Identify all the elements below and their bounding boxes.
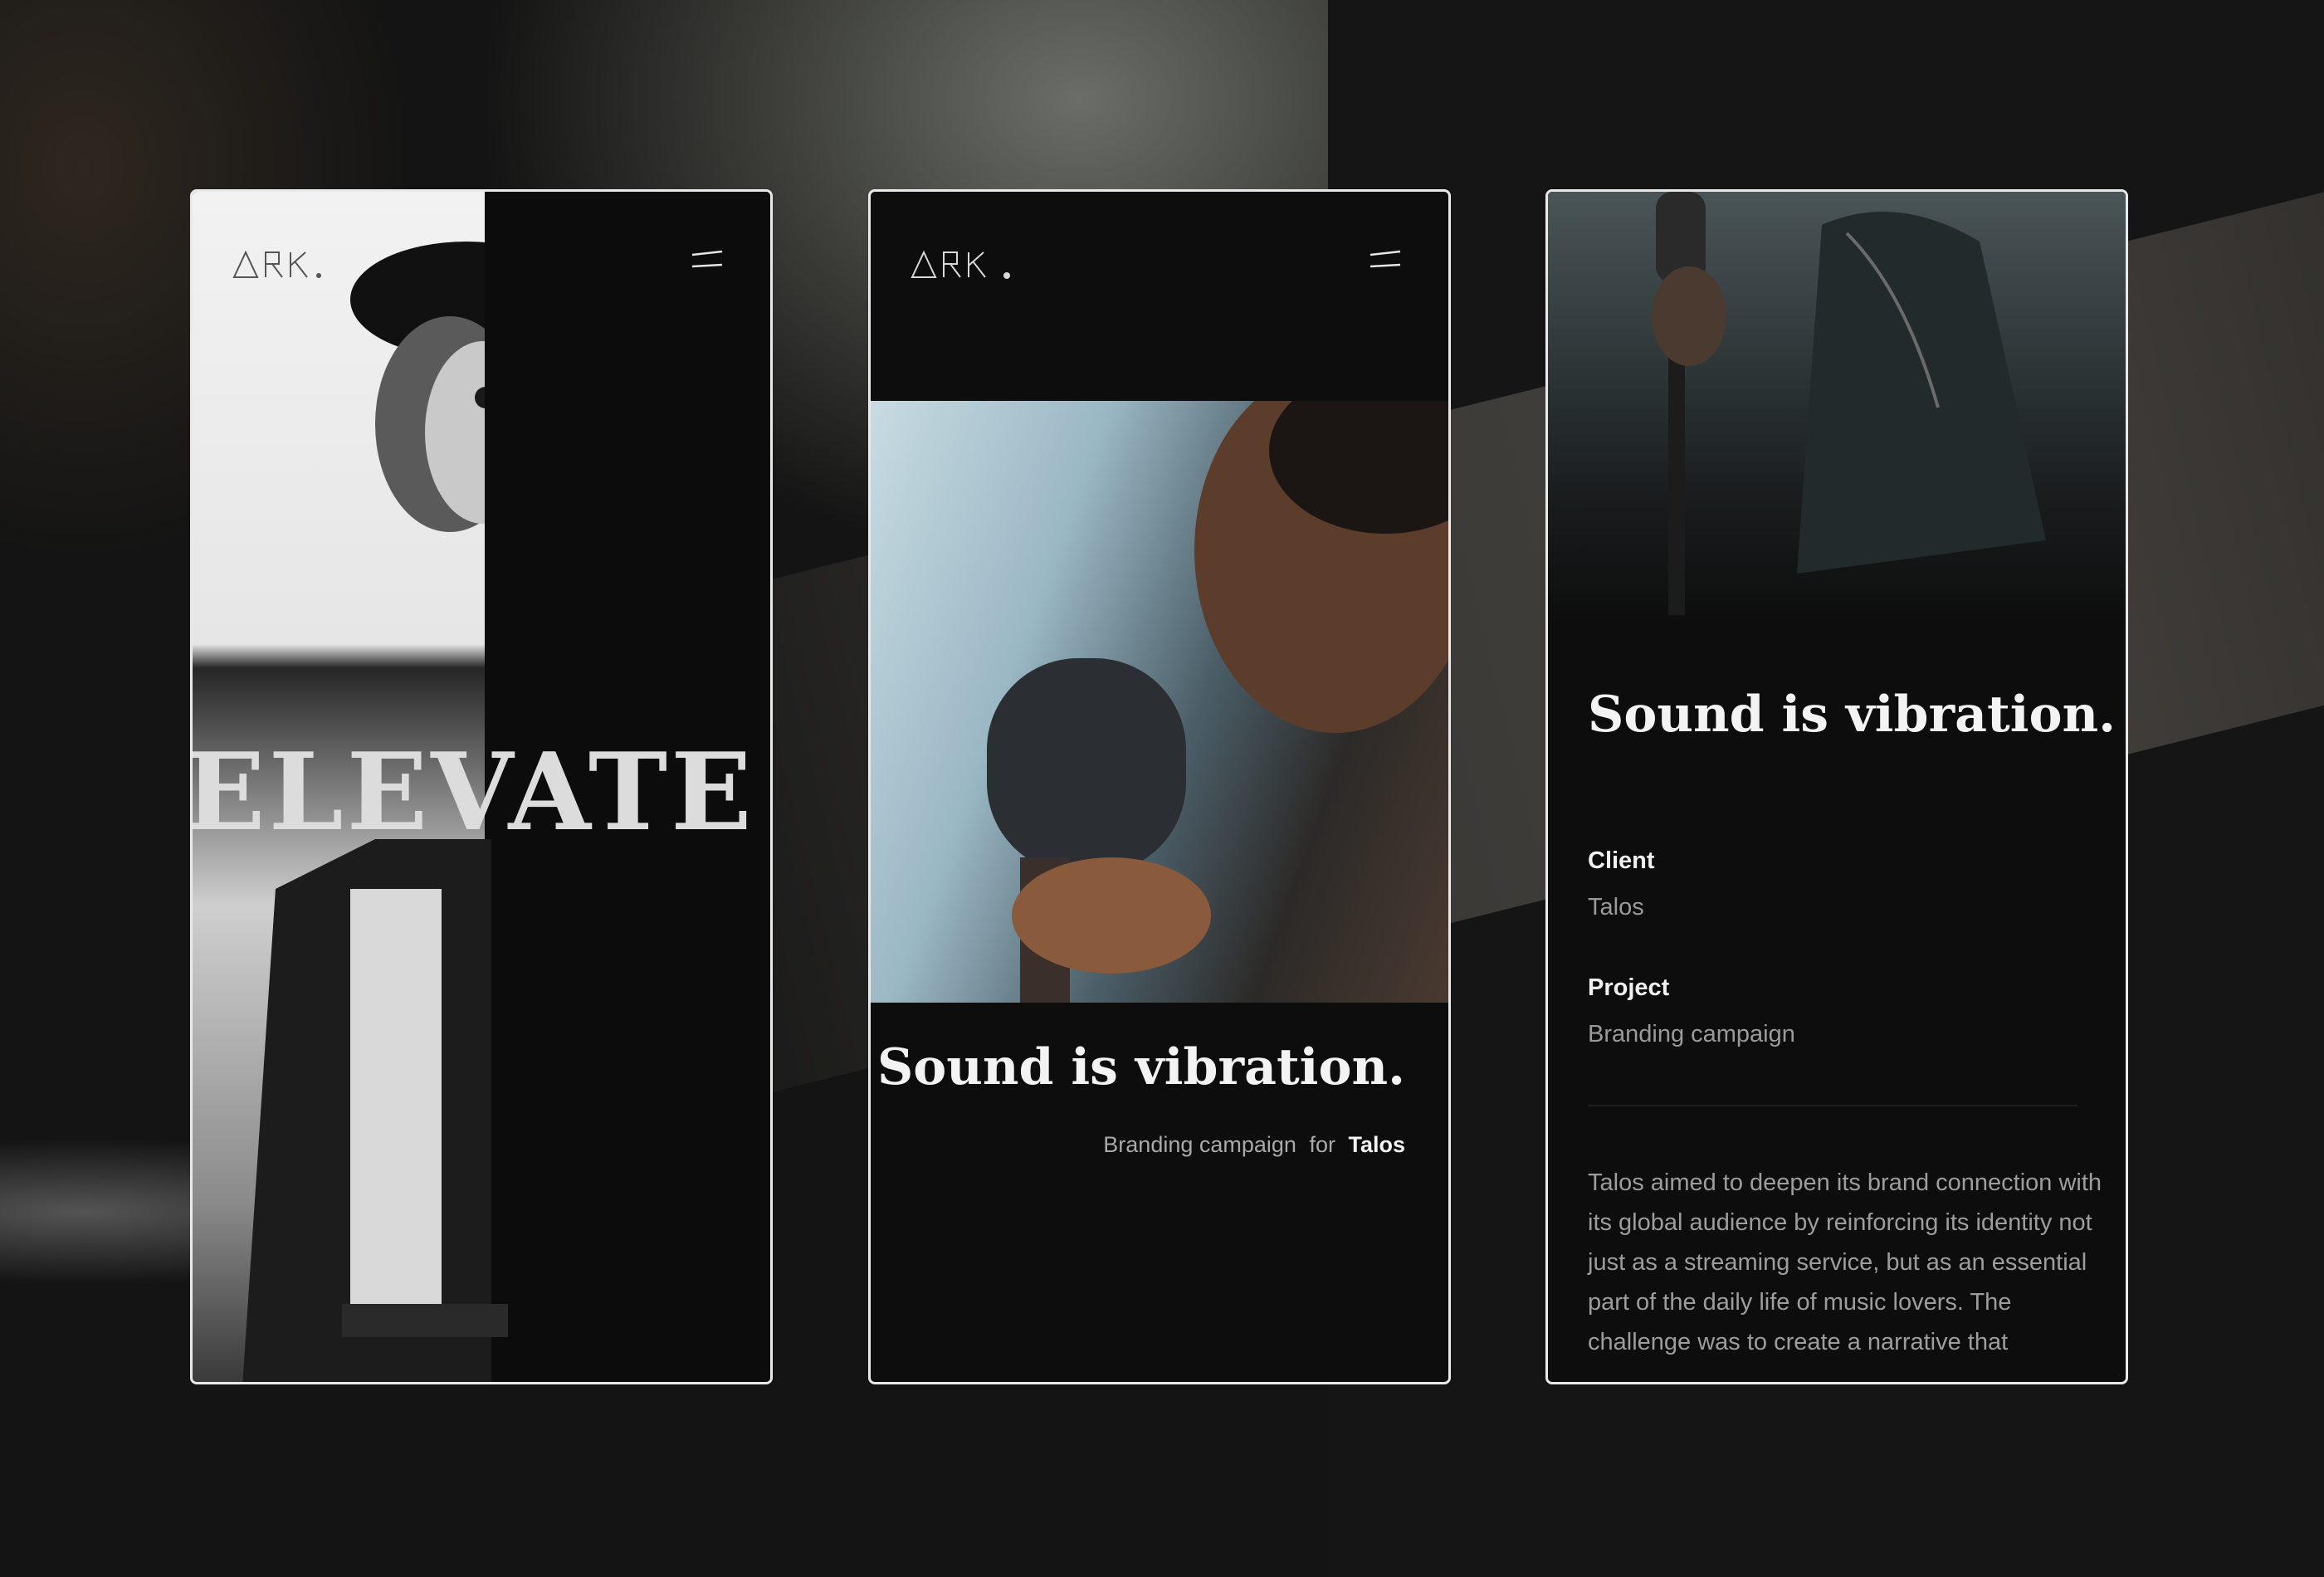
project-subtitle: Branding campaign for Talos: [1103, 1132, 1405, 1158]
divider: [1588, 1105, 2077, 1106]
menu-icon[interactable]: [689, 245, 725, 275]
project-type: Branding campaign: [1103, 1132, 1296, 1157]
phone-screen-project-preview: Sound is vibration. Branding campaign fo…: [868, 189, 1451, 1384]
ark-logo[interactable]: [911, 243, 1027, 285]
hero-photo-singer: [871, 401, 1448, 1003]
hero-word: ELEVATE •: [190, 730, 755, 855]
project-description: Talos aimed to deepen its brand connecti…: [1588, 1169, 2102, 1355]
project-label: Project: [1588, 974, 1670, 1001]
ark-logo[interactable]: [232, 243, 349, 285]
detail-photo-singer: [1548, 192, 2126, 623]
subtitle-for: for: [1309, 1132, 1335, 1157]
client-label: Client: [1588, 847, 1655, 874]
project-title: Sound is vibration.: [876, 1038, 1405, 1096]
project-title: Sound is vibration.: [1588, 686, 2116, 744]
menu-icon[interactable]: [1367, 245, 1404, 275]
project-value: Branding campaign: [1588, 1021, 1795, 1047]
client-link[interactable]: Talos: [1348, 1132, 1405, 1157]
phone-screen-project-detail: Sound is vibration. Client Talos Project…: [1545, 189, 2128, 1384]
hero-photo-coat: [242, 839, 508, 1382]
phone-screen-home: ELEVATE •: [190, 189, 773, 1384]
client-value: Talos: [1588, 894, 1644, 920]
